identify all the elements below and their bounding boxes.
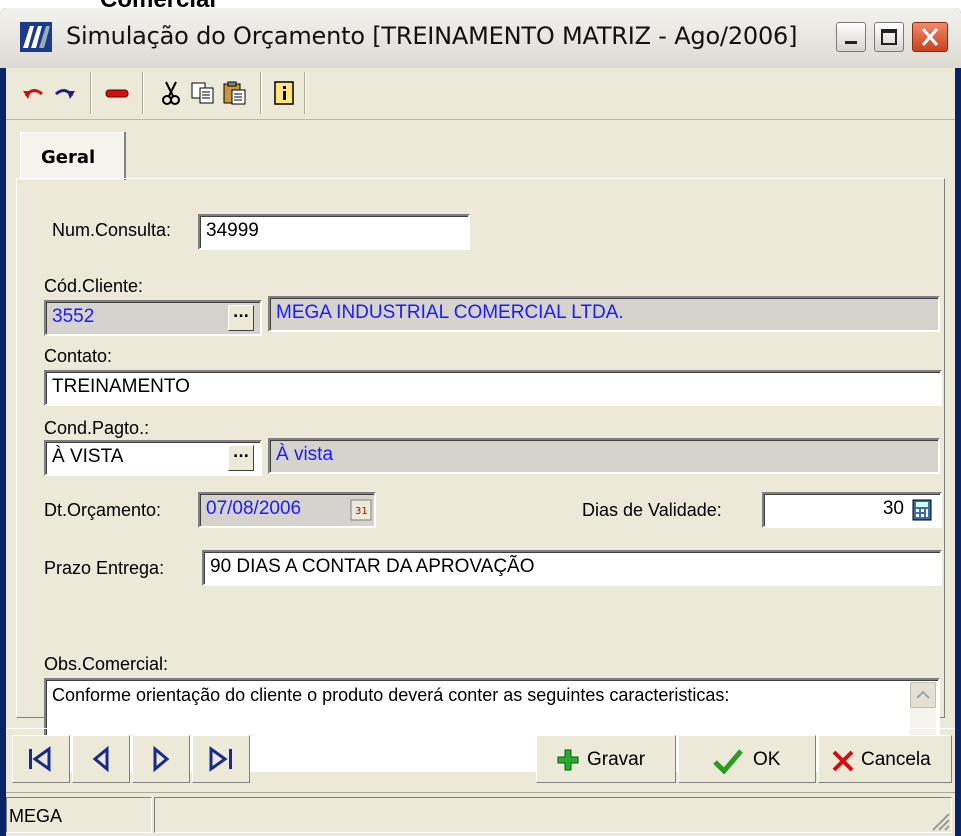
cancel-x-icon — [832, 750, 854, 772]
cond-pagto-label: Cond.Pagto.: — [44, 418, 150, 438]
chevron-up-icon — [916, 690, 930, 699]
app-icon — [20, 22, 52, 52]
prazo-entrega-input[interactable]: 90 DIAS A CONTAR DA APROVAÇÃO — [202, 550, 942, 586]
first-record-button[interactable] — [12, 735, 70, 783]
calculator-icon[interactable] — [911, 499, 933, 521]
ok-button[interactable]: OK — [678, 735, 816, 783]
next-icon — [153, 745, 170, 773]
info-icon[interactable] — [272, 80, 298, 106]
paste-icon[interactable] — [222, 80, 248, 106]
previous-icon — [92, 745, 109, 773]
cancela-button[interactable]: Cancela — [818, 735, 952, 783]
first-icon — [29, 746, 51, 772]
num-consulta-input[interactable]: 34999 — [198, 214, 470, 250]
minimize-button[interactable] — [836, 22, 866, 52]
delete-icon[interactable] — [104, 80, 130, 106]
cut-icon[interactable] — [158, 80, 184, 106]
close-button[interactable] — [912, 22, 948, 52]
gravar-button-label: Gravar — [587, 749, 646, 770]
close-icon — [921, 28, 939, 46]
cond-pagto-lookup-button[interactable]: ... — [228, 445, 254, 471]
window-title: Simulação do Orçamento [TREINAMENTO MATR… — [66, 22, 798, 50]
previous-record-button[interactable] — [72, 735, 130, 783]
maximize-icon — [881, 29, 897, 45]
cancela-button-label: Cancela — [861, 749, 931, 770]
maximize-button[interactable] — [874, 22, 904, 52]
scroll-up-button[interactable] — [910, 682, 936, 708]
toolbar — [6, 68, 955, 120]
client-area: Geral Num.Consulta: 34999 Cód.Cliente: 3… — [6, 68, 955, 836]
tab-geral-label: Geral — [41, 147, 96, 168]
contato-label: Contato: — [44, 346, 113, 366]
dias-validade-label: Dias de Validade: — [582, 500, 722, 520]
contato-input[interactable]: TREINAMENTO — [44, 370, 942, 406]
resize-grip-icon[interactable] — [927, 808, 951, 832]
copy-icon[interactable] — [190, 80, 216, 106]
calendar-icon[interactable]: 31 — [350, 499, 372, 521]
status-panel-empty — [154, 797, 952, 833]
cod-cliente-label: Cód.Cliente: — [44, 276, 144, 296]
status-bar: MEGA — [6, 792, 955, 836]
gravar-button[interactable]: Gravar — [536, 735, 676, 783]
obs-comercial-text: Conforme orientação do cliente o produto… — [52, 685, 730, 705]
dt-orcamento-label: Dt.Orçamento: — [44, 500, 162, 520]
redo-icon[interactable] — [52, 80, 78, 106]
num-consulta-label: Num.Consulta: — [52, 220, 172, 240]
cliente-nome-field: MEGA INDUSTRIAL COMERCIAL LTDA. — [268, 296, 940, 332]
last-record-button[interactable] — [192, 735, 250, 783]
tab-geral[interactable]: Geral — [20, 132, 124, 180]
prazo-entrega-label: Prazo Entrega: — [44, 558, 165, 578]
navigation-bar: Gravar OK Cancela — [6, 728, 955, 788]
plus-icon — [557, 749, 579, 771]
title-bar[interactable]: Simulação do Orçamento [TREINAMENTO MATR… — [0, 8, 961, 68]
obs-comercial-label: Obs.Comercial: — [44, 654, 169, 674]
window: Simulação do Orçamento [TREINAMENTO MATR… — [0, 8, 961, 836]
svg-text:31: 31 — [355, 506, 368, 517]
cod-cliente-lookup-button[interactable]: ... — [228, 305, 254, 331]
ok-button-label: OK — [753, 749, 781, 770]
next-record-button[interactable] — [132, 735, 190, 783]
minimize-icon — [845, 41, 857, 44]
cond-pagto-desc-field: À vista — [268, 438, 940, 474]
checkmark-icon — [713, 749, 743, 774]
last-icon — [209, 746, 232, 772]
status-panel-company: MEGA — [6, 797, 152, 833]
undo-icon[interactable] — [20, 80, 46, 106]
